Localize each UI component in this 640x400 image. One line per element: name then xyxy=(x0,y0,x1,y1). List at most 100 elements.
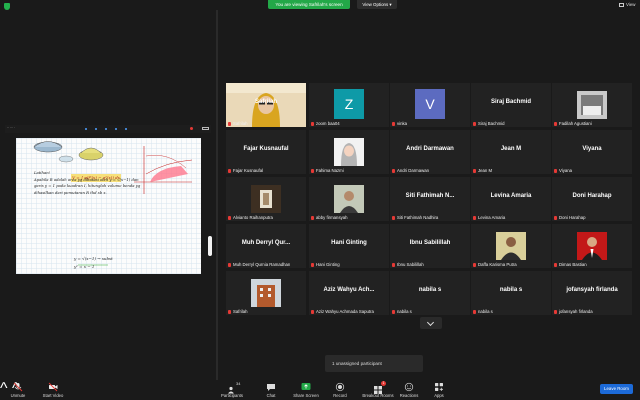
participant-tile[interactable]: Siti Fathimah N... Siti Fathimah Nadhira xyxy=(390,177,470,221)
participant-name-label: Safrilah xyxy=(228,121,248,126)
share-screen-button[interactable]: Share Screen xyxy=(291,380,321,400)
participant-tile[interactable]: Levina Amaria Levina Amaria xyxy=(471,177,551,221)
participant-name-label: Aziz Wahyu Achmada Saputra xyxy=(311,309,374,314)
participant-tile[interactable]: Jean M Jean M xyxy=(471,130,551,174)
participant-photo xyxy=(251,279,281,307)
participant-display-name: nabila s xyxy=(499,287,523,293)
share-screen-label: Share Screen xyxy=(293,393,319,398)
participant-tile[interactable]: Zzoom baa04 xyxy=(309,83,389,127)
participant-name-label: Muh Derryl Qurnia Ramadhan xyxy=(228,262,290,267)
participant-tile[interactable]: abby firmansyah xyxy=(309,177,389,221)
participants-button[interactable]: 34 Participants xyxy=(218,380,246,400)
participant-tile[interactable]: Hani Ginting Hani Ginting xyxy=(309,224,389,268)
share-scroll-handle[interactable] xyxy=(208,236,212,256)
participant-tile[interactable]: nabila s nabila s xyxy=(471,271,551,315)
encryption-shield-icon[interactable] xyxy=(4,3,10,10)
chat-bubble-icon xyxy=(267,384,275,391)
chat-button[interactable]: Chat xyxy=(260,380,282,400)
participant-tile[interactable]: Aziz Wahyu Ach... Aziz Wahyu Achmada Sapu… xyxy=(309,271,389,315)
participant-name-label: Ibnu Sabilillah xyxy=(392,262,424,267)
recording-dot-icon xyxy=(190,127,193,130)
unmute-button[interactable]: Unmute xyxy=(5,380,31,400)
video-off-icon xyxy=(48,382,58,392)
participant-name-label: Jean M xyxy=(473,168,492,173)
participant-display-name: Siti Fathimah N... xyxy=(405,193,455,199)
participant-name-label: jofansyah firlanda xyxy=(554,309,593,314)
split-divider[interactable] xyxy=(216,10,218,380)
view-options-button[interactable]: View Options ▾ xyxy=(357,0,397,9)
participant-tile[interactable]: Safrilah xyxy=(226,271,306,315)
participant-display-name: Levina Amaria xyxy=(490,193,532,199)
participant-tile[interactable]: Fajar Kusnaufal Fajar Kusnaufal xyxy=(226,130,306,174)
participant-display-name: Andri Darmawan xyxy=(406,146,454,152)
view-options-label: View Options xyxy=(362,2,389,7)
participant-name-label: Levina Amaria xyxy=(473,215,505,220)
participant-display-name: Ibnu Sabilillah xyxy=(409,240,451,246)
unmute-label: Unmute xyxy=(10,393,26,398)
highlighter-tool-icon xyxy=(115,128,117,130)
participant-avatar: Z xyxy=(334,89,364,119)
view-button[interactable]: View xyxy=(619,2,635,7)
work-step: y = √(x−1) → subst xyxy=(74,256,113,261)
participant-tile[interactable]: jofansyah firlanda jofansyah firlanda xyxy=(552,271,632,315)
participant-name-label: Doni Harahap xyxy=(554,215,586,220)
screen-share-banner: You are viewing Safrilah's screen xyxy=(268,0,350,9)
participant-name-label: Fajar Kusnaufal xyxy=(228,168,263,173)
participant-name-label: nabila s xyxy=(473,309,493,314)
meeting-toolbar: Unmute ^ Start Video ^ 34 Participants C… xyxy=(0,380,640,400)
participant-tile[interactable]: Viyana Viyana xyxy=(552,130,632,174)
participant-tile[interactable]: Fadilah Agustiani xyxy=(552,83,632,127)
leave-room-button[interactable]: Leave Room xyxy=(600,384,633,394)
participant-name-label: Dimas Bastian xyxy=(554,262,587,267)
apps-button[interactable]: Apps xyxy=(429,380,449,400)
participant-tile[interactable]: Dimas Bastian xyxy=(552,224,632,268)
participant-display-name: jofansyah firlanda xyxy=(566,287,618,293)
view-label: View xyxy=(626,2,636,7)
participant-tile[interactable]: Daffa Karisma Putra xyxy=(471,224,551,268)
eraser-tool-icon xyxy=(105,128,107,130)
record-label: Record xyxy=(333,393,347,398)
record-button[interactable]: Record xyxy=(329,380,351,400)
participant-photo xyxy=(251,185,281,213)
participant-tile[interactable]: Safrilah Safrilah xyxy=(226,83,306,127)
participant-tile[interactable]: Vvinka xyxy=(390,83,470,127)
participant-tile[interactable]: Fahima Nazmi xyxy=(309,130,389,174)
participant-display-name: Fajar Kusnaufal xyxy=(243,146,289,152)
participants-icon: 34 xyxy=(227,381,241,394)
unassigned-participant-toast[interactable]: 1 unassigned participant xyxy=(325,355,423,372)
participant-photo xyxy=(577,91,607,119)
start-video-button[interactable]: Start Video xyxy=(38,380,68,400)
breakout-rooms-button[interactable]: 1 Breakout Rooms xyxy=(360,380,396,400)
participant-name-label: zoom baa04 xyxy=(311,121,340,126)
participant-tile[interactable]: Siraj Bachmid Siraj Bachmid xyxy=(471,83,551,127)
participant-tile[interactable]: nabila s nabila s xyxy=(390,271,470,315)
gallery-collapse-button[interactable] xyxy=(420,317,442,329)
muted-mic-icon xyxy=(13,382,23,392)
participant-display-name: Muh Derryl Qur... xyxy=(241,240,291,246)
participant-tile[interactable]: Muh Derryl Qur... Muh Derryl Qurnia Ramad… xyxy=(226,224,306,268)
participant-photo xyxy=(496,232,526,260)
exercise-text: Latihan! Apabila R adalah area yg dibata… xyxy=(34,170,164,196)
participant-name-label: Andri Darmawan xyxy=(392,168,429,173)
tablet-status-bar: ·· ··· · xyxy=(5,125,211,133)
reactions-label: Reactions xyxy=(399,393,419,398)
participant-name-label: Fadilah Agustiani xyxy=(554,121,592,126)
participant-name-label: Viyana xyxy=(554,168,572,173)
participant-tile[interactable]: Doni Harahap Doni Harahap xyxy=(552,177,632,221)
participant-tile[interactable]: Ibnu Sabilillah Ibnu Sabilillah xyxy=(390,224,470,268)
participant-name-label: vinka xyxy=(392,121,407,126)
reactions-smiley-icon xyxy=(404,382,414,392)
participant-tile[interactable]: Alvianto Raihanputra xyxy=(226,177,306,221)
grid-view-icon xyxy=(619,2,624,7)
participant-name-label: Siraj Bachmid xyxy=(473,121,505,126)
participant-tile[interactable]: Andri Darmawan Andri Darmawan xyxy=(390,130,470,174)
participant-name-label: Hani Ginting xyxy=(311,262,340,267)
participant-display-name: nabila s xyxy=(418,287,442,293)
participant-display-name: Viyana xyxy=(582,146,602,152)
participants-count: 34 xyxy=(236,381,241,386)
reactions-button[interactable]: Reactions xyxy=(398,380,420,400)
apps-icon xyxy=(435,383,443,391)
participant-display-name: Jean M xyxy=(500,146,522,152)
participant-name-label: Safrilah xyxy=(228,309,248,314)
participant-display-name: Hani Ginting xyxy=(331,240,367,246)
